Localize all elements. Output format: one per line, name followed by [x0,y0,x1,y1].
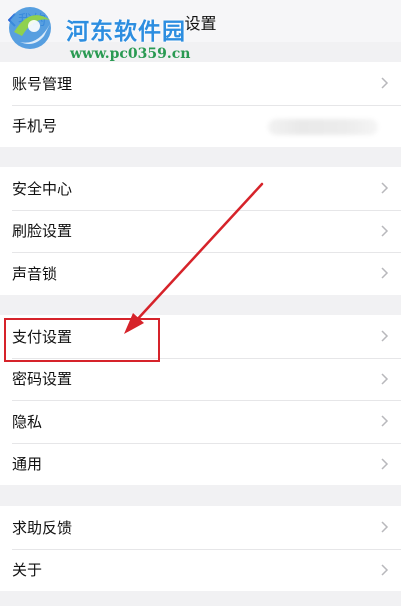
annotation-arrow-icon [124,182,264,334]
settings-screen: 我的 设置 河东软件园 www.pc0359.cn 账号管理 手机号 安全中心 [0,0,401,606]
